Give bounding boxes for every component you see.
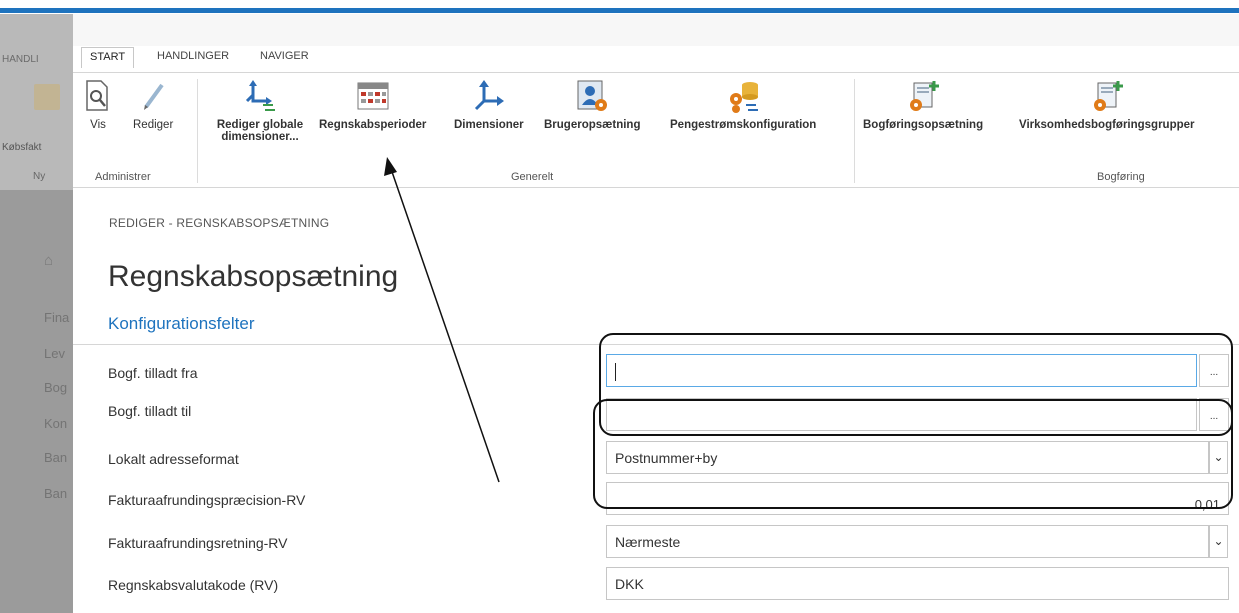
annotation-arrow bbox=[384, 157, 500, 483]
